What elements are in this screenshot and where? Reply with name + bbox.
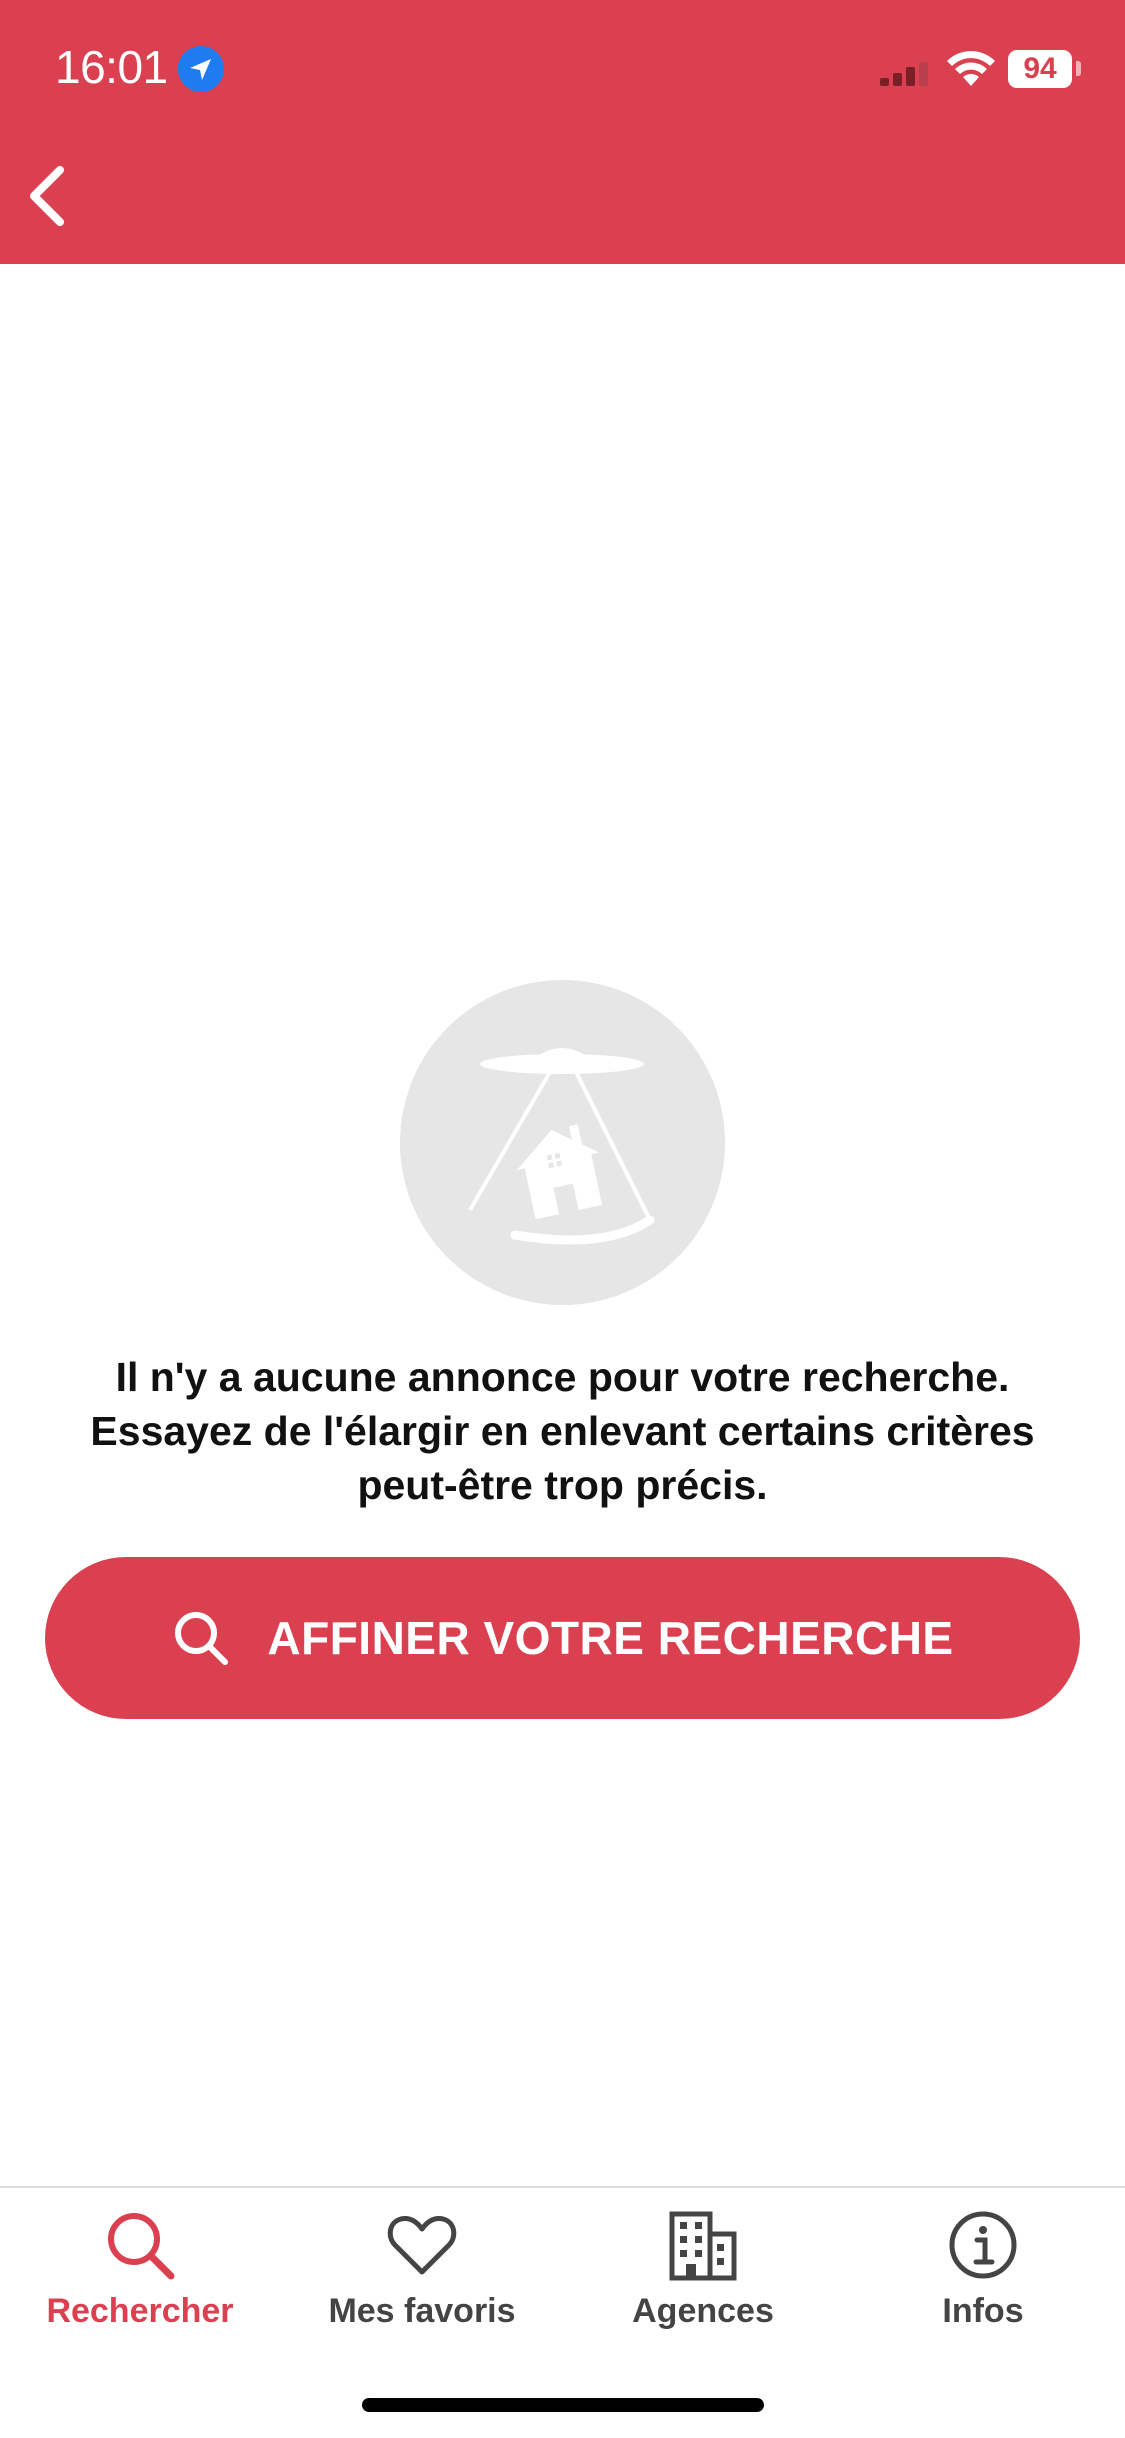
tab-label: Mes favoris — [328, 2292, 516, 2330]
ufo-abducting-house-icon — [400, 980, 725, 1305]
refine-search-label: AFFINER VOTRE RECHERCHE — [267, 1612, 954, 1664]
tab-mes-favoris[interactable]: Mes favoris — [302, 2208, 542, 2358]
cellular-signal-icon — [880, 62, 928, 86]
battery-level: 94 — [1008, 50, 1072, 88]
wifi-icon — [947, 51, 995, 86]
status-time: 16:01 — [55, 41, 168, 93]
tab-label: Agences — [632, 2292, 774, 2330]
tab-label: Rechercher — [46, 2292, 234, 2330]
empty-message-line: Essayez de l'élargir en enlevant certain… — [90, 1408, 1035, 1454]
info-icon — [949, 2211, 1017, 2279]
app-header: 16:01 94 — [0, 0, 1125, 264]
building-icon — [669, 2211, 737, 2281]
refine-search-button[interactable]: AFFINER VOTRE RECHERCHE — [45, 1557, 1080, 1719]
heart-icon — [387, 2216, 457, 2275]
home-indicator — [362, 2398, 764, 2412]
tab-rechercher[interactable]: Rechercher — [20, 2208, 260, 2358]
empty-message-line: peut-être trop précis. — [357, 1462, 768, 1508]
back-button[interactable] — [18, 160, 78, 232]
empty-results-message: Il n'y a aucune annonce pour votre reche… — [40, 1350, 1085, 1512]
battery-tip — [1076, 61, 1081, 76]
tab-agences[interactable]: Agences — [583, 2208, 823, 2358]
search-icon — [175, 1612, 229, 1665]
search-icon — [108, 2213, 175, 2280]
location-arrow-icon — [178, 46, 224, 92]
tab-label: Infos — [942, 2292, 1024, 2330]
empty-message-line: Il n'y a aucune annonce pour votre reche… — [115, 1354, 1010, 1400]
tab-infos[interactable]: Infos — [863, 2208, 1103, 2358]
